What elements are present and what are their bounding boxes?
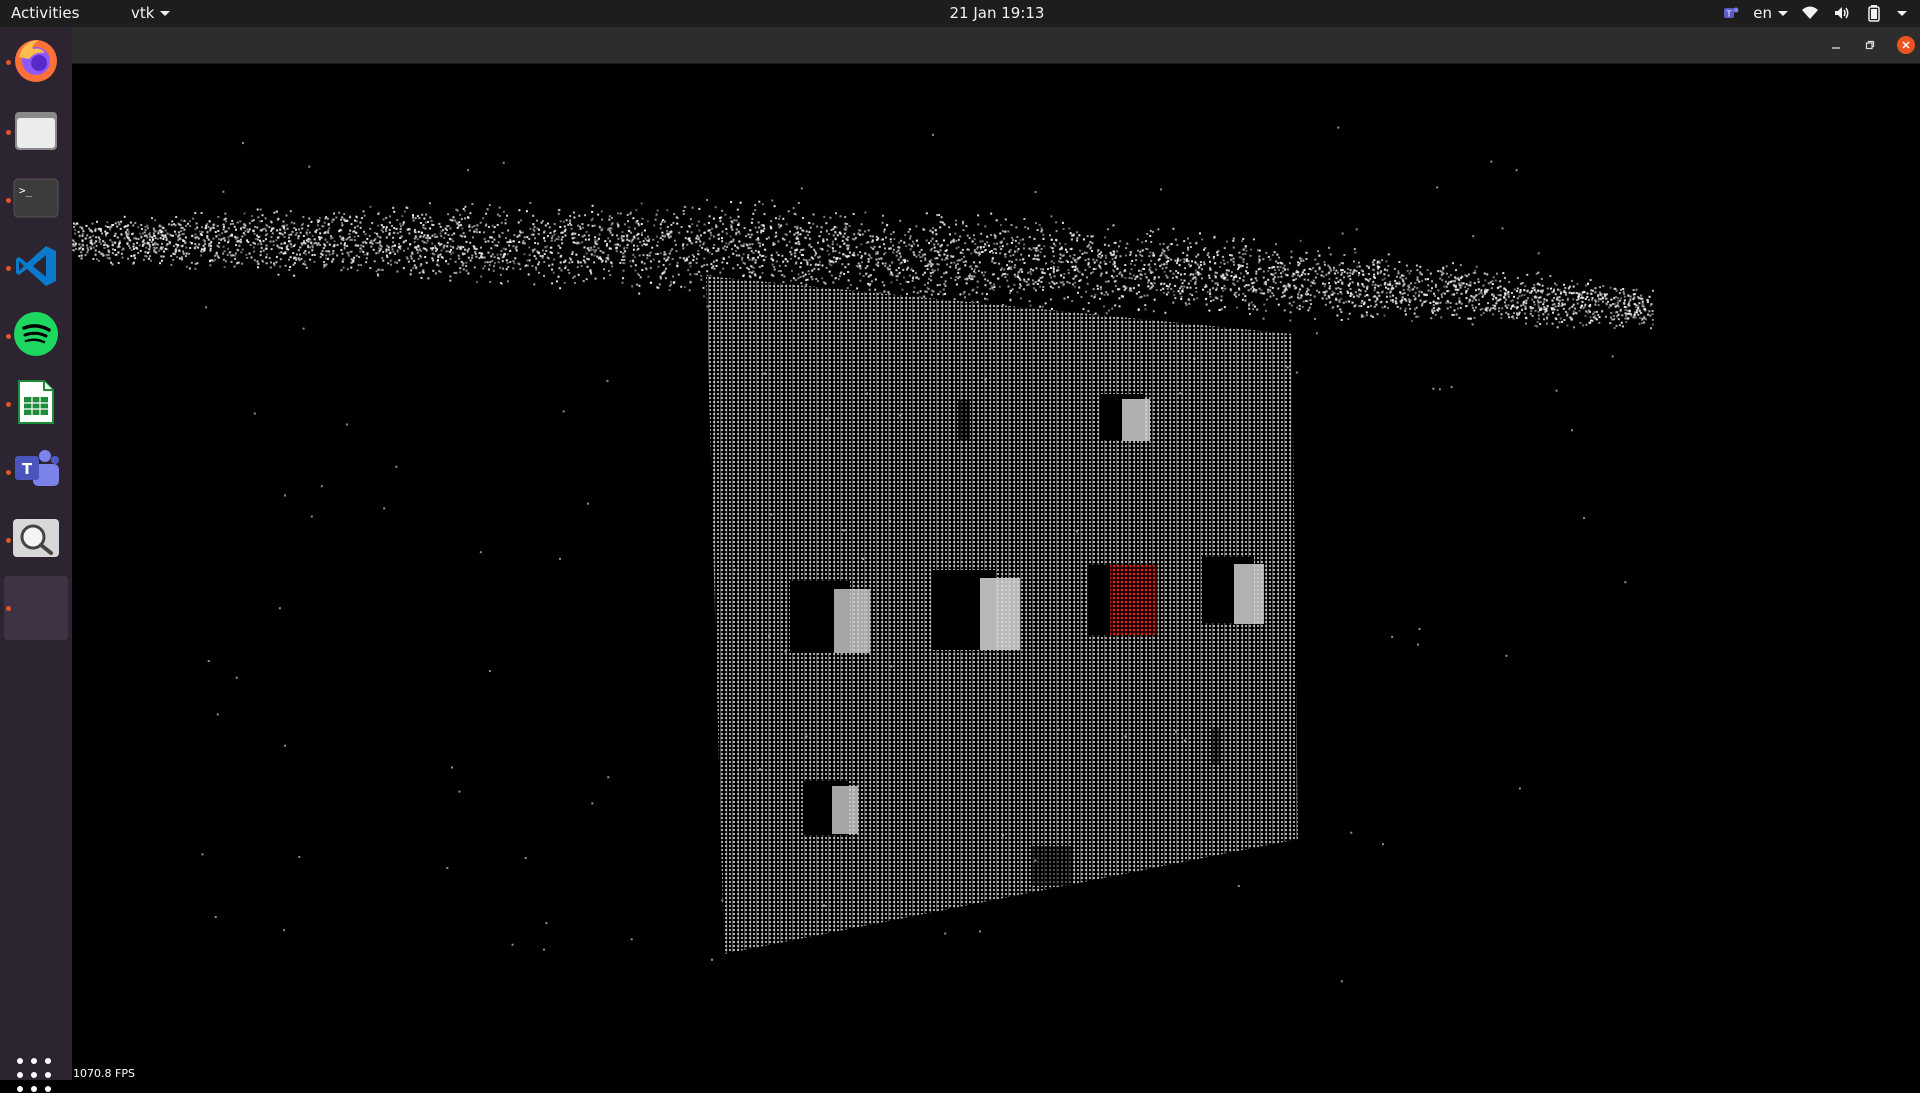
vtk-render-viewport[interactable] — [72, 64, 1920, 1080]
svg-text:T: T — [1726, 10, 1732, 19]
running-indicator — [6, 538, 11, 543]
teams-tray-icon[interactable]: T — [1721, 3, 1741, 23]
minimize-button[interactable] — [1827, 36, 1845, 54]
dock-item-files[interactable] — [6, 100, 66, 160]
restore-icon — [1865, 40, 1875, 50]
chevron-down-icon — [160, 11, 170, 16]
vscode-icon — [13, 243, 59, 289]
dock-item-vscode[interactable] — [6, 236, 66, 296]
svg-text:>_: >_ — [19, 184, 33, 197]
fps-counter: 1070.8 FPS — [73, 1067, 135, 1080]
point-cloud-render[interactable] — [72, 64, 1920, 1080]
wifi-icon[interactable] — [1800, 3, 1820, 23]
clock[interactable]: 21 Jan 19:13 — [950, 4, 1045, 22]
running-indicator — [6, 470, 11, 475]
magnifier-icon — [12, 518, 60, 558]
chevron-down-icon — [1778, 11, 1788, 16]
app-menu[interactable]: vtk — [131, 4, 170, 23]
dock-item-teams[interactable]: T — [6, 440, 66, 500]
system-tray[interactable]: T en — [1721, 2, 1908, 24]
close-button[interactable] — [1897, 36, 1915, 54]
running-indicator — [6, 334, 11, 339]
window-titlebar[interactable] — [72, 27, 1920, 64]
close-icon — [1901, 40, 1911, 50]
dock-item-spotify[interactable] — [6, 304, 66, 364]
spotify-icon — [13, 311, 59, 357]
maximize-button[interactable] — [1861, 36, 1879, 54]
language-selector[interactable]: en — [1753, 3, 1788, 23]
spreadsheet-icon — [16, 379, 56, 425]
running-indicator — [6, 266, 11, 271]
dock-item-terminal[interactable]: >_ — [6, 168, 66, 228]
dock: >_ — [0, 27, 72, 1080]
running-indicator — [6, 60, 11, 65]
battery-icon[interactable] — [1864, 3, 1884, 23]
running-indicator — [6, 198, 11, 203]
dock-item-image-viewer[interactable] — [6, 508, 66, 568]
svg-text:T: T — [22, 460, 33, 478]
running-indicator — [6, 606, 11, 611]
dock-item-libreoffice-calc[interactable] — [6, 372, 66, 432]
top-bar: Activities vtk 21 Jan 19:13 T en — [0, 0, 1920, 27]
app-menu-label: vtk — [131, 4, 154, 22]
show-applications-grid-icon[interactable] — [16, 1057, 52, 1093]
minimize-icon — [1831, 40, 1841, 50]
folder-icon — [13, 108, 59, 152]
firefox-icon — [11, 35, 61, 85]
volume-icon[interactable] — [1832, 3, 1852, 23]
dock-item-vtk-window[interactable] — [4, 576, 68, 640]
terminal-icon: >_ — [13, 178, 59, 218]
dock-item-firefox[interactable] — [6, 30, 66, 90]
activities-button[interactable]: Activities — [11, 4, 79, 23]
language-label: en — [1753, 4, 1772, 22]
running-indicator — [6, 402, 11, 407]
running-indicator — [6, 130, 11, 135]
teams-icon: T — [11, 446, 61, 494]
system-menu-chevron-down-icon[interactable] — [1896, 3, 1908, 23]
